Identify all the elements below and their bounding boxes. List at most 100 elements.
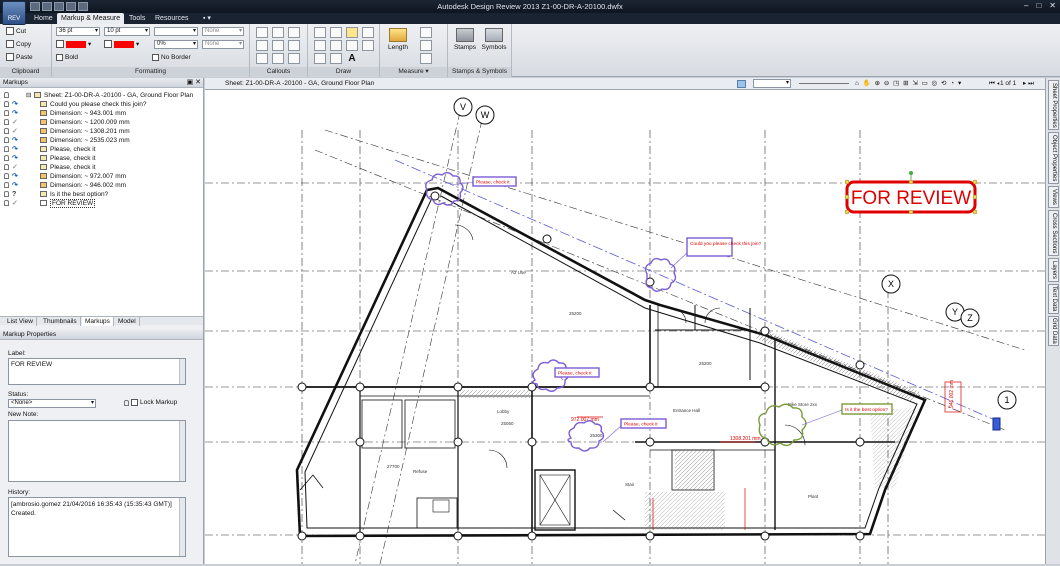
tab-thumbnails[interactable]: Thumbnails — [40, 317, 81, 326]
callout-boxes: Please, check it Could you please check … — [472, 176, 893, 429]
label-field[interactable]: FOR REVIEW — [8, 358, 186, 385]
line-style-select[interactable]: None — [202, 27, 244, 36]
close-button[interactable]: ✕ — [1049, 1, 1056, 10]
fill-select[interactable] — [154, 27, 198, 36]
rectangle-icon[interactable] — [330, 40, 342, 51]
note-icon — [40, 155, 47, 161]
tab-extra[interactable]: ▪ ▾ — [199, 13, 215, 24]
list-item[interactable]: ⊟ Sheet: Z1-00-DR-A -20100 - GA, Ground … — [0, 91, 203, 100]
callout-icon[interactable] — [272, 27, 284, 38]
tab-model[interactable]: Model — [115, 317, 140, 326]
polyline-icon[interactable] — [314, 40, 326, 51]
list-item[interactable]: ↷ Please, check it — [0, 154, 203, 163]
polygon-icon[interactable] — [362, 40, 374, 51]
list-item[interactable]: ↷ Please, check it — [0, 145, 203, 154]
callout-icon[interactable] — [272, 40, 284, 51]
length-button[interactable]: Length — [384, 28, 412, 51]
list-item[interactable]: ↷ Dimension: ~ 972.007 mm — [0, 172, 203, 181]
tab-layers[interactable]: Layers — [1048, 258, 1059, 282]
tab-markup-measure[interactable]: Markup & Measure — [57, 13, 125, 24]
list-item[interactable]: ✓ Dimension: ~ 1308.201 mm — [0, 127, 203, 136]
bold-checkbox[interactable]: Bold — [56, 54, 78, 61]
new-note-field[interactable] — [8, 420, 186, 482]
lock-icon — [4, 200, 9, 206]
text-tool-icon[interactable]: A — [346, 53, 358, 64]
zoom-select[interactable] — [753, 79, 791, 88]
line-weight-select[interactable]: 10 pt — [104, 27, 150, 36]
scrollbar[interactable] — [179, 359, 185, 384]
measure-panel: Length Measure ▾ — [380, 24, 448, 77]
transparency-select[interactable]: 0% — [154, 40, 198, 49]
cloud-markup[interactable] — [758, 403, 807, 447]
grid-bubbles: V W X Y Z 1 — [453, 97, 1017, 410]
tab-cross-sections[interactable]: Cross Sections — [1048, 210, 1059, 256]
lock-markup-checkbox[interactable]: Lock Markup — [124, 399, 177, 406]
next-page-button[interactable]: ▸ ⏭ — [1023, 78, 1034, 90]
list-item[interactable]: ✓ FOR REVIEW — [0, 199, 203, 208]
scrollbar[interactable] — [179, 498, 185, 556]
left-panel: Markups ▣ ✕ ⊟ Sheet: Z1-00-DR-A -20100 - … — [0, 78, 204, 564]
for-review-stamp[interactable]: FOR REVIEW — [844, 171, 978, 215]
cloud-rect-icon[interactable] — [330, 53, 342, 64]
prev-page-button[interactable]: ⏮ ◂ — [989, 78, 1000, 90]
scrollbar[interactable] — [179, 421, 185, 481]
drawing-canvas[interactable]: V W X Y Z 1 A2 Use Entrance Hall Lobby R… — [205, 90, 1045, 565]
tab-text-data[interactable]: Text Data — [1048, 284, 1059, 314]
fill-style-select[interactable]: None — [202, 40, 244, 49]
list-item[interactable]: ↷ Could you please check this join? — [0, 100, 203, 109]
calibrate-icon[interactable] — [420, 53, 432, 64]
callout-icon[interactable] — [256, 27, 268, 38]
copy-button[interactable]: Copy — [6, 40, 31, 48]
callout-icon[interactable] — [256, 40, 268, 51]
maximize-button[interactable]: □ — [1036, 1, 1041, 10]
ribbon: Cut Copy Paste Clipboard 36 pt 10 pt Non… — [0, 24, 1060, 77]
list-item[interactable]: ? Is it the best option? — [0, 190, 203, 199]
arrow-tool-icon[interactable] — [330, 27, 342, 38]
status-select[interactable]: <None> — [8, 399, 96, 408]
paste-button[interactable]: Paste — [6, 53, 33, 61]
tab-object-properties[interactable]: Object Properties — [1048, 132, 1059, 184]
callout-text: Please, check it — [558, 371, 592, 377]
angle-icon[interactable] — [420, 40, 432, 51]
application-menu-button[interactable]: REV — [2, 1, 26, 25]
list-item[interactable]: ↷ Dimension: ~ 943.001 mm — [0, 109, 203, 118]
font-size-select[interactable]: 36 pt — [56, 27, 100, 36]
close-icon[interactable]: ▣ ✕ — [187, 78, 201, 88]
callout-icon[interactable] — [288, 53, 300, 64]
callout-icon[interactable] — [272, 53, 284, 64]
cloud-icon[interactable] — [314, 53, 326, 64]
list-item[interactable]: ↷ Dimension: ~ 946.002 mm — [0, 181, 203, 190]
highlighter-icon[interactable] — [346, 27, 358, 38]
tab-tools[interactable]: Tools — [125, 13, 149, 24]
tab-grid-data[interactable]: Grid Data — [1048, 316, 1059, 346]
text-color-picker[interactable]: ▾ — [56, 40, 91, 48]
area-icon[interactable] — [420, 27, 432, 38]
cut-button[interactable]: Cut — [6, 27, 26, 35]
line-color-picker[interactable]: ▾ — [104, 40, 139, 48]
callout-icon[interactable] — [288, 27, 300, 38]
tab-sheet-properties[interactable]: Sheet Properties — [1048, 80, 1059, 130]
pencil-icon[interactable] — [362, 27, 374, 38]
tab-home[interactable]: Home — [30, 13, 57, 24]
tab-markups[interactable]: Markups — [82, 317, 114, 326]
symbols-button[interactable]: Symbols — [480, 28, 508, 51]
callout-icon[interactable] — [256, 53, 268, 64]
line-tool-icon[interactable] — [314, 27, 326, 38]
navigation-tools[interactable]: ⌂ ✋ ⊕ ⊖ ◳ ⊞ ⇲ ▭ ◎ ⟲ ◔ ▾ — [855, 78, 962, 90]
lock-icon — [4, 155, 9, 161]
tab-list-view[interactable]: List View — [4, 317, 37, 326]
no-border-checkbox[interactable]: No Border — [152, 54, 191, 61]
list-item[interactable]: ✓ Dimension: ~ 1200.009 mm — [0, 118, 203, 127]
list-item[interactable]: ↷ Dimension: ~ 2535.023 mm — [0, 136, 203, 145]
callout-text: Please, check it — [476, 180, 510, 186]
tab-views[interactable]: Views — [1048, 186, 1059, 208]
minimize-button[interactable]: – — [1024, 1, 1028, 10]
fit-icon[interactable] — [737, 80, 746, 88]
tab-resources[interactable]: Resources — [151, 13, 192, 24]
ellipse-icon[interactable] — [346, 40, 358, 51]
expand-icon[interactable]: ⊟ — [26, 91, 31, 100]
callout-icon[interactable] — [288, 40, 300, 51]
zoom-slider[interactable] — [799, 83, 849, 84]
stamps-button[interactable]: Stamps — [452, 28, 478, 51]
list-item[interactable]: ✓ Please, check it — [0, 163, 203, 172]
